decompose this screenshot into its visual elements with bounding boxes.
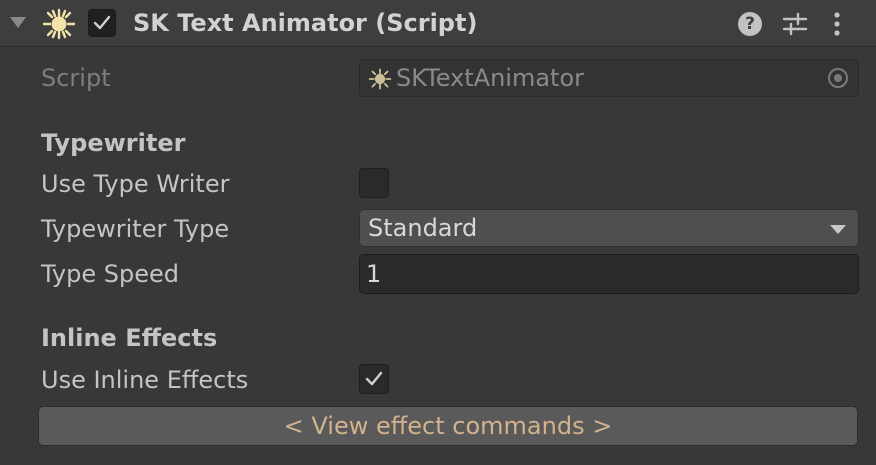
checkmark-icon bbox=[93, 15, 111, 30]
typewriter-type-value: Standard bbox=[368, 214, 478, 242]
kebab-menu-icon[interactable] bbox=[832, 11, 842, 37]
script-label: Script bbox=[41, 64, 111, 92]
script-object-field[interactable]: SKTextAnimator bbox=[359, 59, 859, 97]
typewriter-heading: Typewriter bbox=[41, 129, 186, 157]
use-inline-effects-label: Use Inline Effects bbox=[41, 366, 249, 394]
typewriter-type-dropdown[interactable]: Standard bbox=[359, 209, 859, 247]
type-speed-value: 1 bbox=[366, 260, 382, 288]
component-header[interactable]: SK Text Animator (Script) ? bbox=[0, 0, 876, 47]
use-inline-effects-checkbox[interactable] bbox=[359, 364, 389, 394]
component-enabled-checkbox[interactable] bbox=[88, 9, 116, 37]
sun-script-icon bbox=[42, 8, 76, 40]
inline-effects-heading: Inline Effects bbox=[41, 324, 218, 352]
type-speed-label: Type Speed bbox=[41, 260, 179, 288]
use-type-writer-label: Use Type Writer bbox=[41, 170, 230, 198]
view-effect-commands-button[interactable]: < View effect commands > bbox=[38, 406, 858, 446]
foldout-arrow-icon[interactable] bbox=[10, 17, 26, 28]
use-type-writer-checkbox[interactable] bbox=[359, 168, 389, 198]
help-icon[interactable]: ? bbox=[738, 12, 762, 36]
checkmark-icon bbox=[365, 371, 383, 386]
typewriter-type-label: Typewriter Type bbox=[41, 215, 230, 243]
type-speed-input[interactable]: 1 bbox=[359, 254, 859, 294]
dropdown-arrow-icon bbox=[830, 225, 846, 234]
sun-script-icon bbox=[368, 68, 392, 90]
script-value: SKTextAnimator bbox=[396, 64, 584, 92]
object-picker-icon[interactable] bbox=[828, 68, 848, 88]
component-title: SK Text Animator (Script) bbox=[133, 9, 478, 37]
preset-sliders-icon[interactable] bbox=[782, 11, 808, 37]
